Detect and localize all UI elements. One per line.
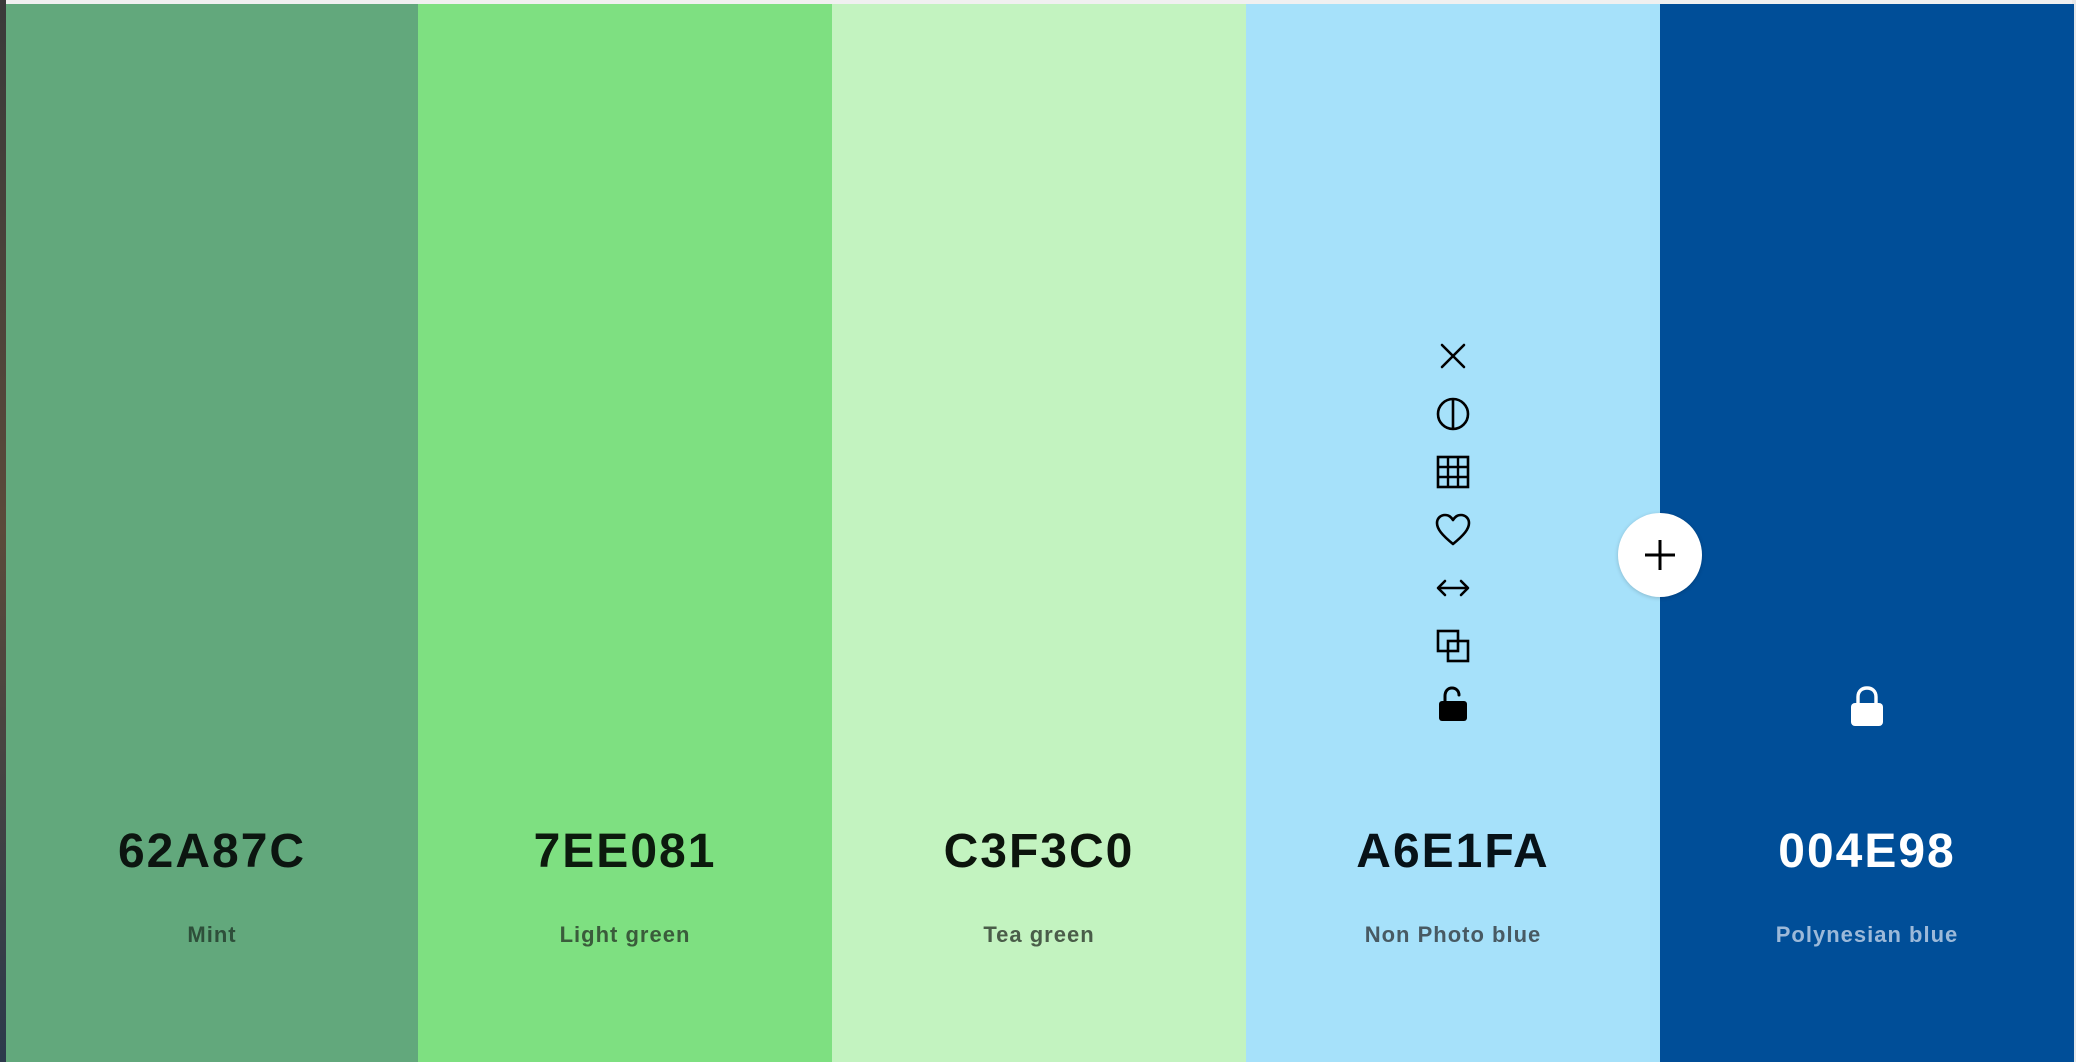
- swatch-tool-column: [1433, 336, 1473, 742]
- swatch-color-name[interactable]: Mint: [6, 922, 418, 948]
- swatch-hex-code[interactable]: 004E98: [1660, 824, 2074, 879]
- swatch-color-name[interactable]: Tea green: [832, 922, 1246, 948]
- color-palette: 62A87C Mint 7EE081 Light green C3F3C0 Te…: [6, 4, 2074, 1062]
- plus-icon: [1645, 540, 1675, 570]
- swatch-color-name[interactable]: Non Photo blue: [1246, 922, 1660, 948]
- swatch-polynesian-blue[interactable]: 004E98 Polynesian blue: [1660, 4, 2074, 1062]
- swatch-non-photo-blue[interactable]: A6E1FA Non Photo blue: [1246, 4, 1660, 1062]
- swatch-hex-code[interactable]: A6E1FA: [1246, 824, 1660, 879]
- shades-grid-icon[interactable]: [1433, 452, 1473, 492]
- close-icon[interactable]: [1433, 336, 1473, 376]
- swatch-color-name[interactable]: Light green: [418, 922, 832, 948]
- swatch-mint[interactable]: 62A87C Mint: [6, 4, 418, 1062]
- contrast-icon[interactable]: [1433, 394, 1473, 434]
- swatch-hex-code[interactable]: 62A87C: [6, 824, 418, 879]
- swatch-light-green[interactable]: 7EE081 Light green: [418, 4, 832, 1062]
- swatch-tea-green[interactable]: C3F3C0 Tea green: [832, 4, 1246, 1062]
- add-color-button[interactable]: [1618, 513, 1702, 597]
- drag-arrows-icon[interactable]: [1433, 568, 1473, 608]
- swatch-color-name[interactable]: Polynesian blue: [1660, 922, 2074, 948]
- copy-icon[interactable]: [1433, 626, 1473, 666]
- unlock-icon[interactable]: [1433, 684, 1473, 724]
- lock-icon[interactable]: [1845, 684, 1889, 728]
- swatch-hex-code[interactable]: C3F3C0: [832, 824, 1246, 879]
- heart-icon[interactable]: [1433, 510, 1473, 550]
- swatch-hex-code[interactable]: 7EE081: [418, 824, 832, 879]
